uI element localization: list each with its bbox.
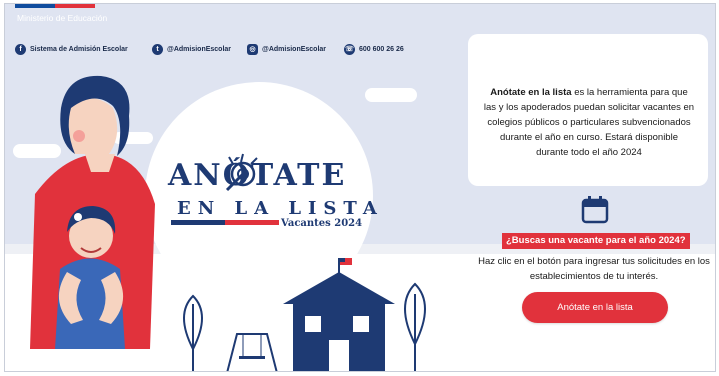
logo-title: ANÓTATE [168,158,347,193]
info-card-bold: Anótate en la lista [490,87,572,98]
anotate-button[interactable]: Anótate en la lista [522,292,668,323]
question-banner: ¿Buscas una vacante para el año 2024? [502,233,690,249]
swing-illustration [226,333,278,371]
house-illustration [283,258,395,371]
logo-flag-bar [171,220,279,225]
logo-year: Vacantes 2024 [281,218,363,229]
calendar-icon [581,196,609,224]
page-frame: Ministerio de Educación f Sistema de Adm… [4,3,716,372]
info-card-text: Anótate en la lista es la herramienta pa… [483,85,695,160]
help-text: Haz clic en el botón para ingresar tus s… [478,256,710,282]
logo-subtitle: EN LA LISTA [177,198,384,219]
